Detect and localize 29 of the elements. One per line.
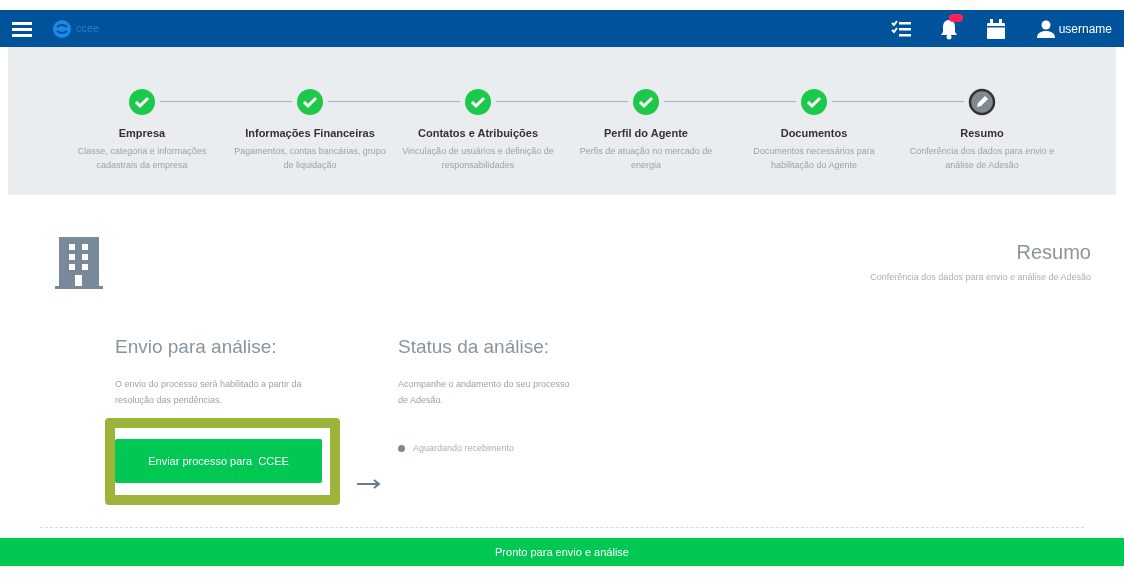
- step-title: Contatos e Atribuições: [418, 126, 538, 141]
- step-description: Documentos necessários para habilitação do Agente: [752, 144, 876, 172]
- checklist-icon[interactable]: [890, 19, 911, 38]
- step-title: Perfil do Agente: [604, 126, 688, 141]
- arrow-icon: [357, 479, 381, 489]
- status-text: Aguardando recebimento: [413, 441, 515, 455]
- section-text: O envio do processo será habilitado a partir da resolução das pendências.: [114, 377, 303, 407]
- status-bar-text: Pronto para envio e análise: [495, 544, 629, 560]
- bell-icon[interactable]: [938, 17, 959, 40]
- menu-icon[interactable]: [12, 20, 32, 37]
- section-text: Acompanhe o andamento do seu processo de Adesão.: [398, 377, 571, 407]
- page-subtitle: Conferência dos dados para envio e análise de Adesão: [870, 271, 1091, 284]
- step-description: Pagamentos, contas bancárias, grupo de liquidação: [233, 144, 387, 172]
- step-title: Documentos: [780, 126, 848, 141]
- step-title: Empresa: [118, 126, 166, 141]
- step-description: Vinculação de usuários e definição de responsabilidades: [401, 144, 555, 172]
- step-description: Perfis de atuação no mercado de energia: [578, 144, 714, 172]
- step-title: Informações Financeiras: [245, 126, 375, 141]
- page-title: Resumo: [1016, 240, 1091, 265]
- calendar-icon[interactable]: [986, 18, 1005, 39]
- building-icon: [55, 237, 103, 289]
- step-description: Conferência dos dados para envio e análise de Adesão: [908, 144, 1056, 172]
- section-heading: Status da análise:: [398, 335, 551, 359]
- user-icon[interactable]: [1036, 19, 1055, 38]
- username-label[interactable]: username: [1058, 19, 1112, 38]
- logo-icon: [52, 18, 72, 39]
- step-title: Resumo: [960, 126, 1004, 141]
- section-heading: Envio para análise:: [114, 335, 278, 359]
- step-description: Classe, categoria e informações cadastrais da empresa: [76, 144, 208, 172]
